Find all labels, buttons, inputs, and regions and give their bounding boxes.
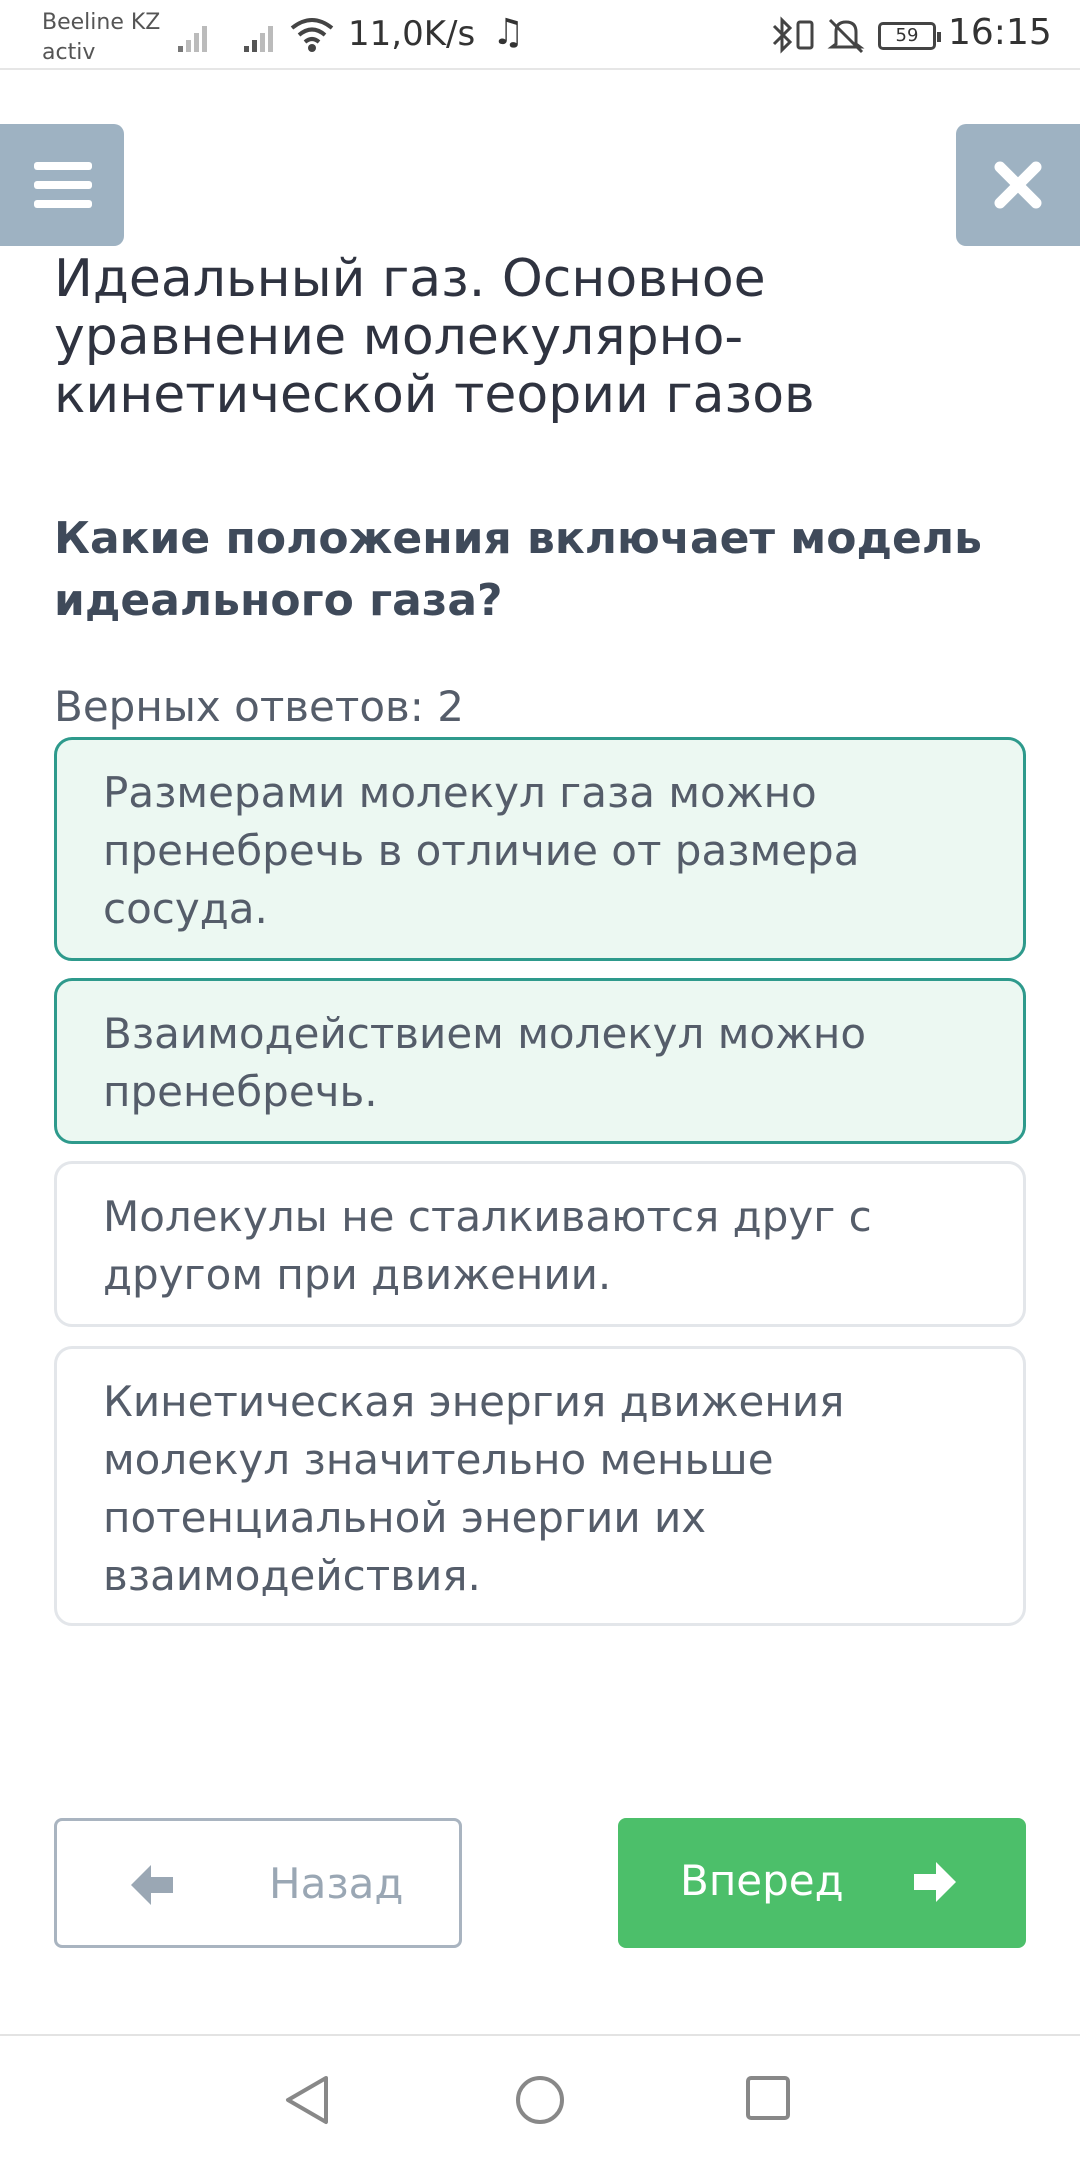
status-bar: Beeline KZ activ 11,0K/s ♫ 59 16:15: [0, 0, 1080, 70]
carrier-line-1: Beeline KZ: [42, 10, 161, 35]
next-button-label: Вперед: [680, 1856, 844, 1905]
nav-back-icon[interactable]: [282, 2072, 332, 2128]
nav-home-icon[interactable]: [514, 2072, 566, 2128]
back-button-label: Назад: [269, 1859, 404, 1908]
answer-option-4[interactable]: Кинетическая энергия движения молекул зн…: [54, 1346, 1026, 1626]
clock: 16:15: [948, 12, 1052, 53]
hamburger-menu-icon[interactable]: [0, 124, 124, 246]
system-navigation-bar: [0, 2034, 1080, 2160]
nav-recents-icon[interactable]: [744, 2074, 792, 2124]
battery-icon: 59: [878, 22, 941, 50]
correct-answers-count: Верных ответов: 2: [54, 682, 465, 731]
menu-bar: [34, 181, 92, 189]
close-icon: [994, 161, 1042, 209]
next-button[interactable]: Вперед: [618, 1818, 1026, 1948]
music-note-icon: ♫: [492, 12, 525, 53]
answer-option-2[interactable]: Взаимодействием молекул можно пренебречь…: [54, 978, 1026, 1144]
answer-option-label: Размерами молекул газа можно пренебречь …: [103, 768, 860, 933]
back-button[interactable]: Назад: [54, 1818, 462, 1948]
bluetooth-icon: [772, 16, 814, 54]
battery-level: 59: [895, 25, 919, 46]
network-speed: 11,0K/s: [348, 14, 476, 54]
carrier-name: Beeline KZ activ: [42, 8, 160, 68]
bell-off-icon: [827, 18, 865, 54]
close-button[interactable]: [956, 124, 1080, 246]
menu-bar: [34, 200, 92, 208]
signal-icon: [178, 26, 207, 52]
answer-option-3[interactable]: Молекулы не сталкиваются друг с другом п…: [54, 1161, 1026, 1327]
answer-option-label: Кинетическая энергия движения молекул зн…: [103, 1377, 845, 1600]
wifi-icon: [290, 18, 334, 52]
page-title: Идеальный газ. Основное уравнение молеку…: [54, 249, 815, 425]
carrier-line-2: activ: [42, 40, 96, 65]
question-text: Какие положения включает модель идеально…: [54, 513, 982, 626]
arrow-left-icon: [131, 1865, 173, 1905]
arrow-right-icon: [914, 1862, 956, 1902]
answer-option-label: Взаимодействием молекул можно пренебречь…: [103, 1009, 867, 1116]
answer-option-1[interactable]: Размерами молекул газа можно пренебречь …: [54, 737, 1026, 961]
answer-option-label: Молекулы не сталкиваются друг с другом п…: [103, 1192, 872, 1299]
signal-icon: [244, 26, 273, 52]
menu-bar: [34, 162, 92, 170]
